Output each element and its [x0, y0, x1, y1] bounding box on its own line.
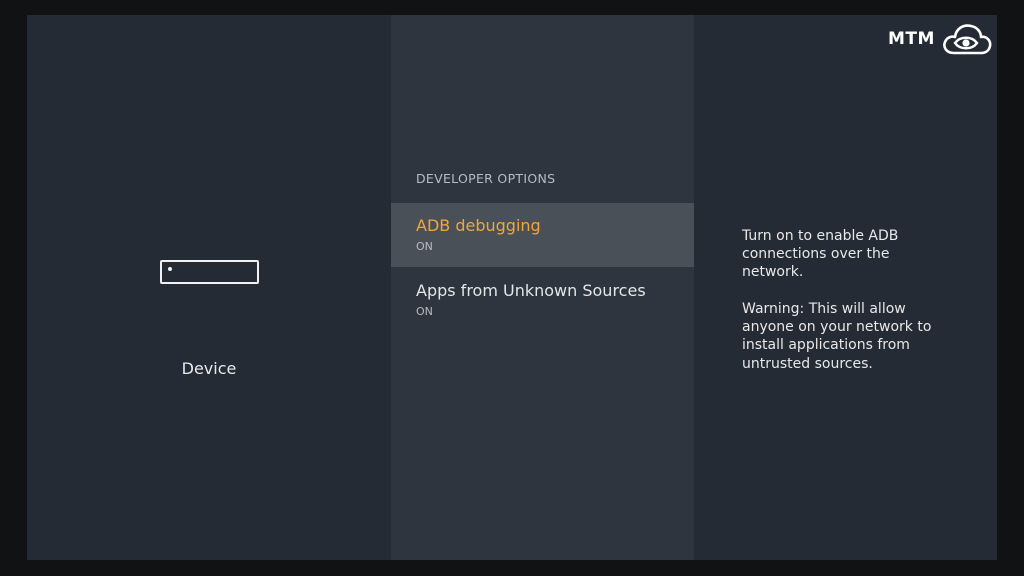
menu-item-unknown-sources[interactable]: Apps from Unknown Sources ON — [391, 268, 694, 332]
mtm-logo: MTM — [888, 20, 992, 58]
description-pane: Turn on to enable ADB connections over t… — [694, 15, 997, 560]
cloud-eye-icon — [943, 24, 992, 55]
menu-item-value: ON — [416, 305, 433, 318]
menu-item-title: ADB debugging — [416, 216, 541, 235]
logo-text: MTM — [888, 29, 935, 49]
menu-item-value: ON — [416, 240, 433, 253]
warning-text: Warning: This will allow anyone on your … — [742, 301, 932, 372]
menu-item-title: Apps from Unknown Sources — [416, 281, 646, 300]
section-title: DEVELOPER OPTIONS — [416, 171, 556, 186]
category-pane: Device — [27, 15, 391, 560]
tv-screen: Device DEVELOPER OPTIONS ADB debugging O… — [27, 15, 997, 560]
description-text: Turn on to enable ADB connections over t… — [742, 228, 899, 281]
category-label: Device — [181, 359, 237, 378]
device-led — [168, 267, 172, 271]
menu-item-adb-debugging[interactable]: ADB debugging ON — [391, 203, 694, 267]
streaming-device-icon — [160, 260, 259, 284]
options-menu: DEVELOPER OPTIONS ADB debugging ON Apps … — [391, 15, 694, 560]
